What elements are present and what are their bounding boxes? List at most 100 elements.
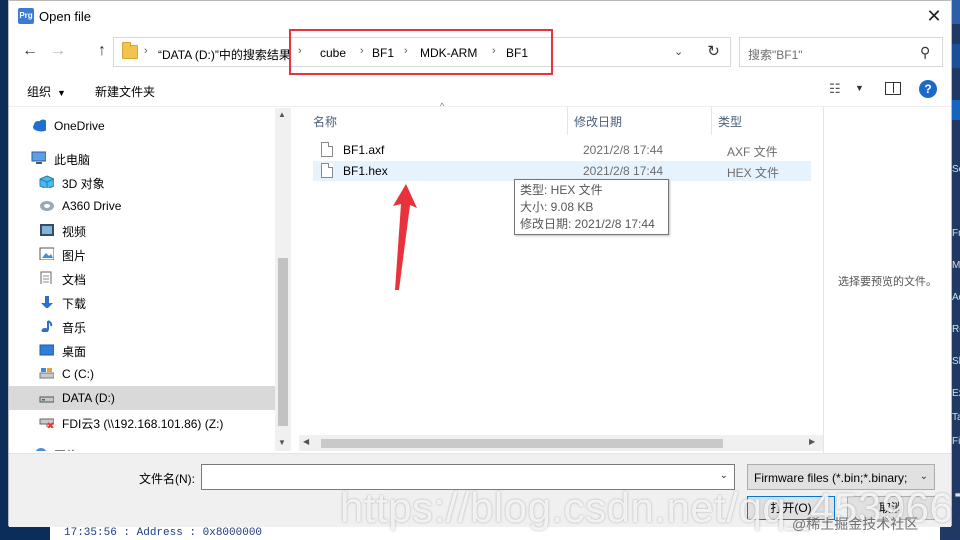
- sidebar-item-label: A360 Drive: [62, 199, 122, 213]
- filename-label: 文件名(N):: [139, 472, 195, 486]
- sidebar-item-downloads[interactable]: 下载: [9, 290, 275, 314]
- desktop-icon: [39, 344, 54, 356]
- sidebar-item-label: C (C:): [62, 367, 94, 381]
- close-button[interactable]: ✕: [921, 5, 947, 29]
- folder-icon: [122, 42, 138, 59]
- horizontal-scrollbar[interactable]: ◀ ▶: [299, 435, 823, 451]
- scroll-up-icon[interactable]: ▲: [278, 110, 286, 119]
- organize-menu[interactable]: 组织 ▼: [27, 83, 66, 100]
- app-icon: Prg: [18, 8, 34, 24]
- back-arrow-icon[interactable]: ←: [19, 42, 41, 62]
- caret-down-icon: ▼: [57, 88, 66, 98]
- file-row-bf1-hex[interactable]: BF1.hex 2021/2/8 17:44 HEX 文件: [313, 161, 811, 181]
- file-type: HEX 文件: [727, 166, 780, 180]
- red-highlight-box: [289, 29, 553, 75]
- refresh-button[interactable]: ↻: [697, 37, 731, 67]
- sidebar-item-videos[interactable]: 视频: [9, 218, 275, 242]
- caret-down-icon[interactable]: ▼: [855, 83, 864, 93]
- cube-3d-icon: [39, 175, 54, 188]
- sidebar-item-drive-d[interactable]: DATA (D:): [9, 386, 275, 410]
- music-icon: [41, 320, 53, 332]
- sidebar-item-network[interactable]: 网络: [9, 442, 275, 451]
- scrollbar-thumb[interactable]: [321, 439, 723, 448]
- scroll-down-icon[interactable]: ▼: [278, 438, 286, 447]
- sidebar-item-drive-c[interactable]: C (C:): [9, 362, 275, 386]
- sidebar-item-label: DATA (D:): [62, 391, 115, 405]
- sidebar-item-label: 文档: [62, 273, 87, 287]
- background-label: Ex: [952, 388, 960, 399]
- sidebar-item-label: 图片: [62, 249, 87, 263]
- network-icon: [35, 448, 47, 451]
- chevron-down-icon[interactable]: ⌄: [720, 470, 728, 481]
- tooltip-type: 类型: HEX 文件: [520, 183, 603, 197]
- up-arrow-icon[interactable]: ↑: [91, 42, 113, 62]
- sidebar-item-pictures[interactable]: 图片: [9, 242, 275, 266]
- scroll-right-icon[interactable]: ▶: [809, 437, 815, 446]
- command-toolbar: 组织 ▼ 新建文件夹 ☷ ▼ ?: [9, 73, 951, 107]
- a360-drive-icon: [40, 201, 54, 211]
- background-label: Fr: [952, 228, 960, 239]
- column-header-type[interactable]: 类型: [718, 113, 742, 130]
- column-divider[interactable]: [711, 107, 712, 135]
- chevron-right-icon[interactable]: ›: [144, 45, 148, 57]
- video-icon: [40, 224, 54, 236]
- search-input[interactable]: 搜索"BF1" ⚲: [739, 37, 943, 67]
- red-annotation-arrow: [393, 184, 417, 290]
- file-icon: [321, 163, 333, 178]
- sidebar-item-music[interactable]: 音乐: [9, 314, 275, 338]
- background-label: M: [952, 260, 960, 271]
- background-label: Ta: [952, 412, 960, 423]
- network-drive-icon: [39, 418, 54, 428]
- search-icon[interactable]: ⚲: [920, 44, 930, 61]
- sidebar-item-label: 此电脑: [54, 153, 91, 167]
- breadcrumb-search-results[interactable]: “DATA (D:)”中的搜索结果: [158, 46, 291, 63]
- sidebar-item-label: 桌面: [62, 345, 87, 359]
- file-info-tooltip: 类型: HEX 文件 大小: 9.08 KB 修改日期: 2021/2/8 17…: [514, 179, 669, 235]
- open-file-dialog: Prg Open file ✕ ← → ↑ › “DATA (D:)”中的搜索结…: [8, 0, 952, 527]
- help-icon[interactable]: ?: [919, 80, 937, 98]
- file-date: 2021/2/8 17:44: [583, 164, 664, 178]
- column-divider[interactable]: [567, 107, 568, 135]
- file-list: ^ 名称 修改日期 类型 BF1.axf 2021/2/8 17:44 AXF …: [299, 101, 823, 453]
- scrollbar-thumb[interactable]: [278, 258, 288, 426]
- sidebar-item-3d-objects[interactable]: 3D 对象: [9, 170, 275, 194]
- picture-icon: [39, 247, 54, 260]
- forward-arrow-icon[interactable]: →: [47, 42, 69, 62]
- view-options-icon[interactable]: ☷: [829, 81, 841, 97]
- file-name: BF1.axf: [343, 143, 385, 157]
- preview-pane-icon[interactable]: [885, 82, 901, 95]
- column-header-name[interactable]: 名称: [313, 113, 337, 130]
- sidebar-item-onedrive[interactable]: OneDrive: [9, 114, 275, 138]
- tooltip-size: 大小: 9.08 KB: [520, 200, 594, 214]
- chevron-down-icon[interactable]: ⌄: [674, 45, 683, 58]
- sidebar-item-this-pc[interactable]: 此电脑: [9, 146, 275, 170]
- sidebar-item-label: 网络: [54, 447, 78, 451]
- sidebar-item-documents[interactable]: 文档: [9, 266, 275, 290]
- sidebar-item-network-drive-z[interactable]: FDI云3 (\\192.168.101.86) (Z:): [9, 410, 275, 434]
- sidebar-item-desktop[interactable]: 桌面: [9, 338, 275, 362]
- watermark-site: @稀土掘金技术社区: [792, 516, 919, 532]
- background-label: Fi: [952, 436, 960, 447]
- navigation-pane: OneDrive 此电脑 3D 对象 A360 Drive 视频 图片 文档 下…: [9, 108, 291, 451]
- sidebar-item-a360-drive[interactable]: A360 Drive: [9, 194, 275, 218]
- scroll-left-icon[interactable]: ◀: [303, 437, 309, 446]
- sidebar-item-label: 音乐: [62, 321, 87, 335]
- sidebar-item-label: 3D 对象: [62, 177, 105, 191]
- file-name: BF1.hex: [343, 164, 388, 178]
- computer-icon: [31, 151, 46, 164]
- file-date: 2021/2/8 17:44: [583, 143, 664, 157]
- organize-label: 组织: [27, 85, 52, 99]
- background-label: Sh: [952, 356, 960, 367]
- sidebar-scrollbar[interactable]: ▲ ▼: [275, 108, 291, 451]
- search-placeholder: 搜索"BF1": [748, 48, 803, 62]
- file-icon: [321, 142, 333, 157]
- tooltip-modified: 修改日期: 2021/2/8 17:44: [520, 217, 655, 231]
- new-folder-button[interactable]: 新建文件夹: [95, 83, 155, 100]
- chevron-down-icon[interactable]: ⌄: [920, 471, 928, 482]
- document-icon: [40, 271, 52, 284]
- preview-pane: 选择要预览的文件。: [823, 107, 951, 453]
- column-header-date[interactable]: 修改日期: [574, 113, 622, 130]
- file-row-bf1-axf[interactable]: BF1.axf 2021/2/8 17:44 AXF 文件: [313, 140, 811, 160]
- sort-ascending-icon: ^: [440, 101, 445, 111]
- sidebar-item-label: FDI云3 (\\192.168.101.86) (Z:): [62, 417, 224, 431]
